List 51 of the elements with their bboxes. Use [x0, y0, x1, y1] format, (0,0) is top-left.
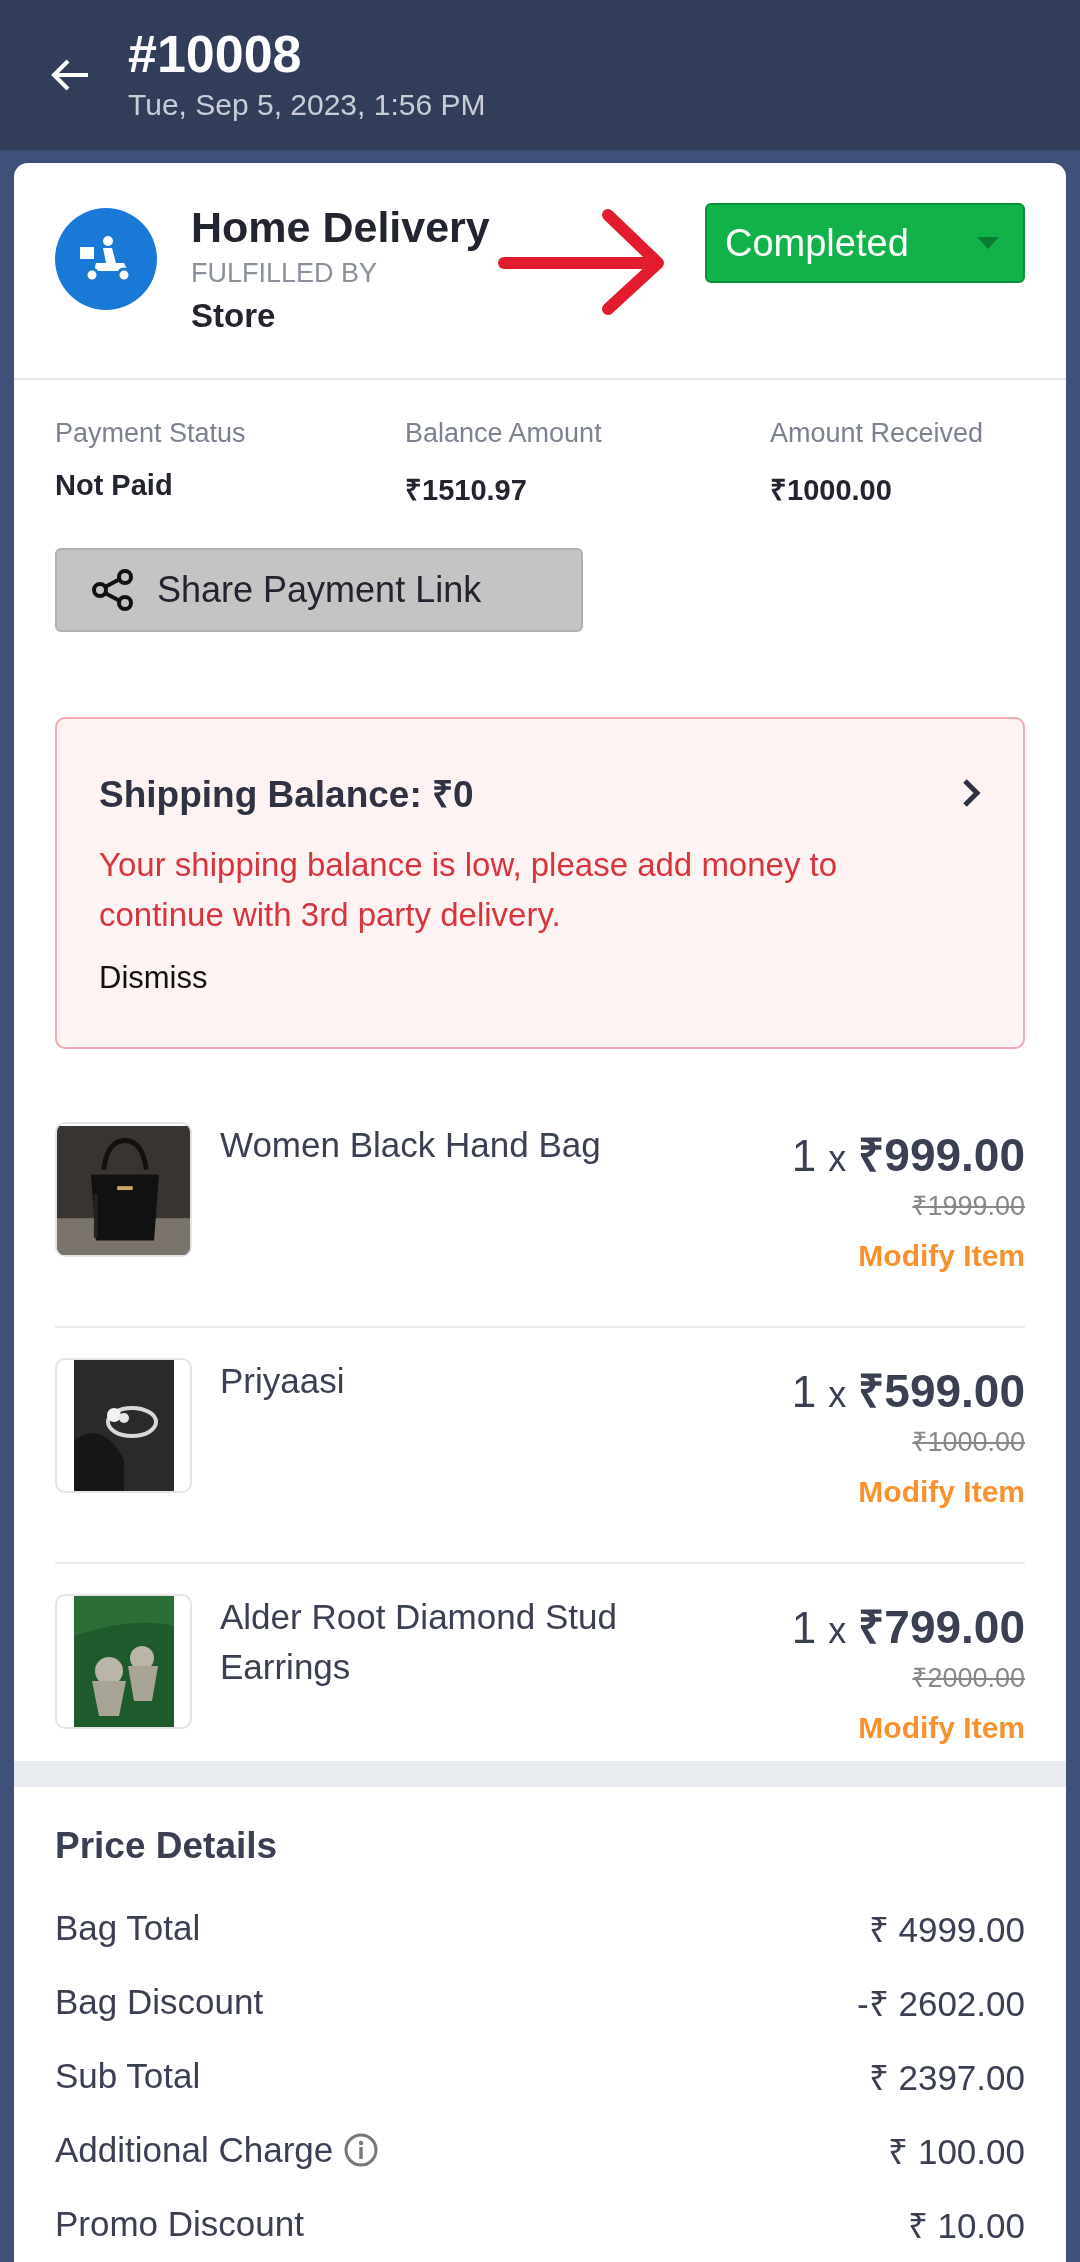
payment-label: Balance Amount [405, 418, 603, 449]
item-name: Priyaasi [220, 1360, 346, 1402]
share-icon [91, 568, 135, 612]
fulfilled-by: Store [191, 297, 277, 335]
payment-label: Amount Received [770, 418, 985, 449]
price-details-title: Price Details [55, 1825, 279, 1867]
item-price: ₹599.00 [858, 1364, 1025, 1419]
times-sign: x [828, 1374, 847, 1416]
payment-value: ₹1510.97 [405, 473, 528, 508]
original-price: ₹2000.00 [912, 1662, 1025, 1695]
item-price: ₹999.00 [858, 1128, 1025, 1183]
dismiss-link[interactable]: Dismiss [99, 960, 981, 996]
delivery-title: Home Delivery [191, 203, 490, 252]
price-label: Sub Total [55, 2056, 201, 2096]
item-price: ₹799.00 [858, 1600, 1025, 1655]
info-icon[interactable] [343, 2132, 380, 2168]
caret-icon [977, 237, 999, 249]
price-label: Bag Discount [55, 1982, 264, 2022]
payment-value: ₹1000.00 [770, 473, 893, 508]
alert-message: Your shipping balance is low, please add money to continue with 3rd party delivery. [99, 845, 839, 935]
item-name: Women Black Hand Bag [220, 1124, 602, 1166]
modify-item-link[interactable]: Modify Item [858, 1239, 1025, 1273]
price-label: Promo Discount [55, 2204, 304, 2244]
price-label: Bag Total [55, 1908, 201, 1948]
modify-item-link[interactable]: Modify Item [858, 1711, 1025, 1745]
fulfilled-label: FULFILLED BY [191, 258, 379, 289]
modify-item-link[interactable]: Modify Item [858, 1475, 1025, 1509]
times-sign: x [828, 1138, 847, 1180]
price-value: ₹ 4999.00 [868, 1908, 1025, 1951]
status-dropdown[interactable]: Completed [705, 203, 1025, 283]
item-name: Alder Root Diamond Stud Earrings [220, 1596, 618, 1688]
original-price: ₹1999.00 [912, 1190, 1025, 1223]
price-label: Additional Charge [55, 2130, 334, 2170]
shipping-alert[interactable]: Shipping Balance: ₹0 Your shipping balance is low, please add money to continue with 3rd party delivery. Dismiss [55, 717, 1025, 1049]
alert-title: Shipping Balance: ₹0 [99, 773, 474, 817]
price-value: ₹ 100.00 [888, 2130, 1025, 2173]
item-quantity: 1 [791, 1603, 817, 1653]
price-value: -₹ 2602.00 [857, 1982, 1025, 2025]
times-sign: x [828, 1610, 847, 1652]
price-value: ₹ 10.00 [907, 2204, 1025, 2247]
order-date: Tue, Sep 5, 2023, 1:56 PM [128, 88, 486, 122]
chevron-right-icon[interactable] [961, 776, 981, 809]
original-price: ₹1000.00 [912, 1426, 1025, 1459]
back-arrow-icon[interactable] [50, 58, 90, 92]
share-payment-button[interactable]: Share Payment Link [55, 548, 583, 632]
item-quantity: 1 [791, 1131, 817, 1181]
payment-label: Payment Status [55, 418, 247, 449]
price-value: ₹ 2397.00 [868, 2056, 1025, 2099]
order-number: #10008 [128, 28, 303, 80]
item-quantity: 1 [791, 1367, 817, 1417]
payment-value: Not Paid [55, 469, 174, 502]
